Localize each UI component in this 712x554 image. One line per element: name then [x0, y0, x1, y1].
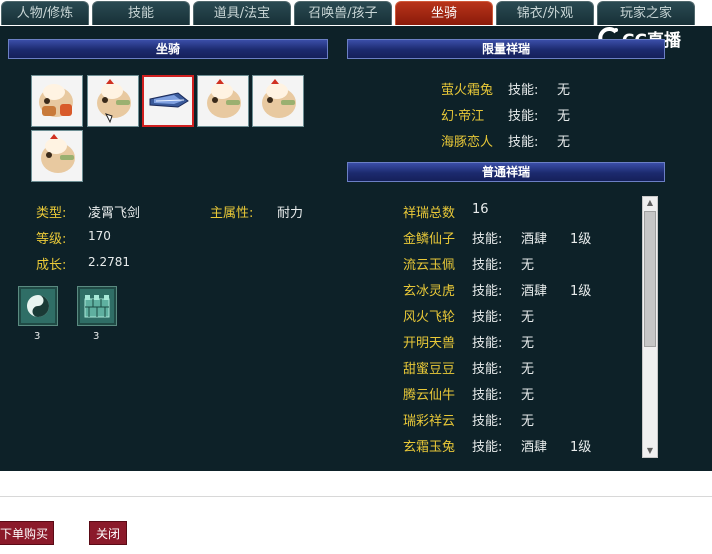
main-attr-value: 耐力	[277, 206, 304, 221]
skill-value: 酒肆	[521, 284, 548, 299]
skill-value: 酒肆	[521, 440, 548, 455]
skill-label: 技能:	[472, 310, 503, 325]
limited-name: 海豚恋人	[441, 135, 494, 150]
beige-horse-mount-icon	[39, 84, 73, 117]
skill-value: 无	[521, 388, 535, 403]
yin-yang-skill-icon	[21, 289, 55, 323]
mount-slot[interactable]	[31, 130, 83, 182]
tab-summons[interactable]: 召唤兽/孩子	[294, 1, 392, 25]
type-label: 类型:	[36, 206, 67, 221]
growth-value: 2.2781	[88, 255, 130, 269]
ruixiang-name: 甜蜜豆豆	[403, 362, 456, 377]
limited-skill-value: 无	[557, 109, 571, 124]
scroll-down-icon[interactable]: ▼	[643, 445, 657, 457]
normal-header: 普通祥瑞	[347, 162, 665, 182]
tab-bar: 人物/修炼 技能 道具/法宝 召唤兽/孩子 坐骑 锦衣/外观 玩家之家	[0, 0, 712, 26]
limited-header: 限量祥瑞	[347, 39, 665, 59]
growth-label: 成长:	[36, 258, 67, 273]
mount-slot-selected[interactable]	[142, 75, 194, 127]
mount-slot[interactable]	[31, 75, 83, 127]
beige-horse-mount-icon	[41, 134, 75, 173]
level-value: 170	[88, 229, 111, 243]
skill-level: 1级	[570, 440, 592, 455]
skill-label: 技能:	[472, 284, 503, 299]
beige-horse-mount-icon	[207, 79, 241, 118]
ruixiang-name: 玄霜玉兔	[403, 440, 456, 455]
list-scrollbar[interactable]: ▲ ▼	[642, 196, 658, 458]
limited-skill-label: 技能:	[508, 109, 539, 124]
skill-label: 技能:	[472, 362, 503, 377]
mount-skill-slot[interactable]	[77, 286, 117, 326]
ruixiang-name: 开明天兽	[403, 336, 456, 351]
skill-level: 3	[34, 331, 41, 342]
scroll-up-icon[interactable]: ▲	[643, 197, 657, 209]
city-wall-skill-icon	[80, 289, 114, 323]
ruixiang-name: 玄冰灵虎	[403, 284, 456, 299]
skill-label: 技能:	[472, 232, 503, 247]
ruixiang-name: 腾云仙牛	[403, 388, 456, 403]
skill-label: 技能:	[472, 258, 503, 273]
skill-label: 技能:	[472, 388, 503, 403]
tab-player-home[interactable]: 玩家之家	[597, 1, 695, 25]
skill-value: 无	[521, 414, 535, 429]
close-button[interactable]: 关闭	[89, 521, 127, 545]
buy-button[interactable]: 下单购买	[0, 521, 54, 545]
scroll-thumb[interactable]	[644, 211, 656, 347]
skill-label: 技能:	[472, 414, 503, 429]
total-label: 祥瑞总数	[403, 206, 456, 221]
tab-appearance[interactable]: 锦衣/外观	[496, 1, 594, 25]
tab-items[interactable]: 道具/法宝	[193, 1, 291, 25]
mount-slot[interactable]	[87, 75, 139, 127]
limited-name: 幻·帝江	[441, 109, 485, 124]
skill-level: 3	[93, 331, 100, 342]
skill-value: 无	[521, 336, 535, 351]
total-value: 16	[472, 202, 489, 217]
ruixiang-name: 金鳞仙子	[403, 232, 456, 247]
limited-name: 萤火霜兔	[441, 83, 494, 98]
skill-value: 酒肆	[521, 232, 548, 247]
mount-slot[interactable]	[252, 75, 304, 127]
beige-horse-mount-icon	[262, 79, 296, 118]
skill-label: 技能:	[472, 336, 503, 351]
tab-mounts[interactable]: 坐骑	[395, 1, 493, 25]
skill-value: 无	[521, 362, 535, 377]
limited-skill-value: 无	[557, 83, 571, 98]
skill-value: 无	[521, 310, 535, 325]
limited-skill-label: 技能:	[508, 83, 539, 98]
mount-slot[interactable]	[197, 75, 249, 127]
mount-skill-slot[interactable]	[18, 286, 58, 326]
limited-skill-label: 技能:	[508, 135, 539, 150]
main-attr-label: 主属性:	[210, 206, 254, 221]
level-label: 等级:	[36, 232, 67, 247]
tab-character[interactable]: 人物/修炼	[1, 1, 89, 25]
ruixiang-name: 风火飞轮	[403, 310, 456, 325]
skill-level: 1级	[570, 232, 592, 247]
skill-label: 技能:	[472, 440, 503, 455]
beige-horse-mount-icon	[97, 79, 131, 124]
ruixiang-name: 瑞彩祥云	[403, 414, 456, 429]
flying-sword-mount-icon	[149, 92, 189, 108]
divider	[0, 496, 712, 497]
limited-skill-value: 无	[557, 135, 571, 150]
skill-value: 无	[521, 258, 535, 273]
tab-skills[interactable]: 技能	[92, 1, 190, 25]
skill-level: 1级	[570, 284, 592, 299]
mounts-header: 坐骑	[8, 39, 328, 59]
type-value: 凌霄飞剑	[88, 206, 141, 221]
ruixiang-name: 流云玉佩	[403, 258, 456, 273]
